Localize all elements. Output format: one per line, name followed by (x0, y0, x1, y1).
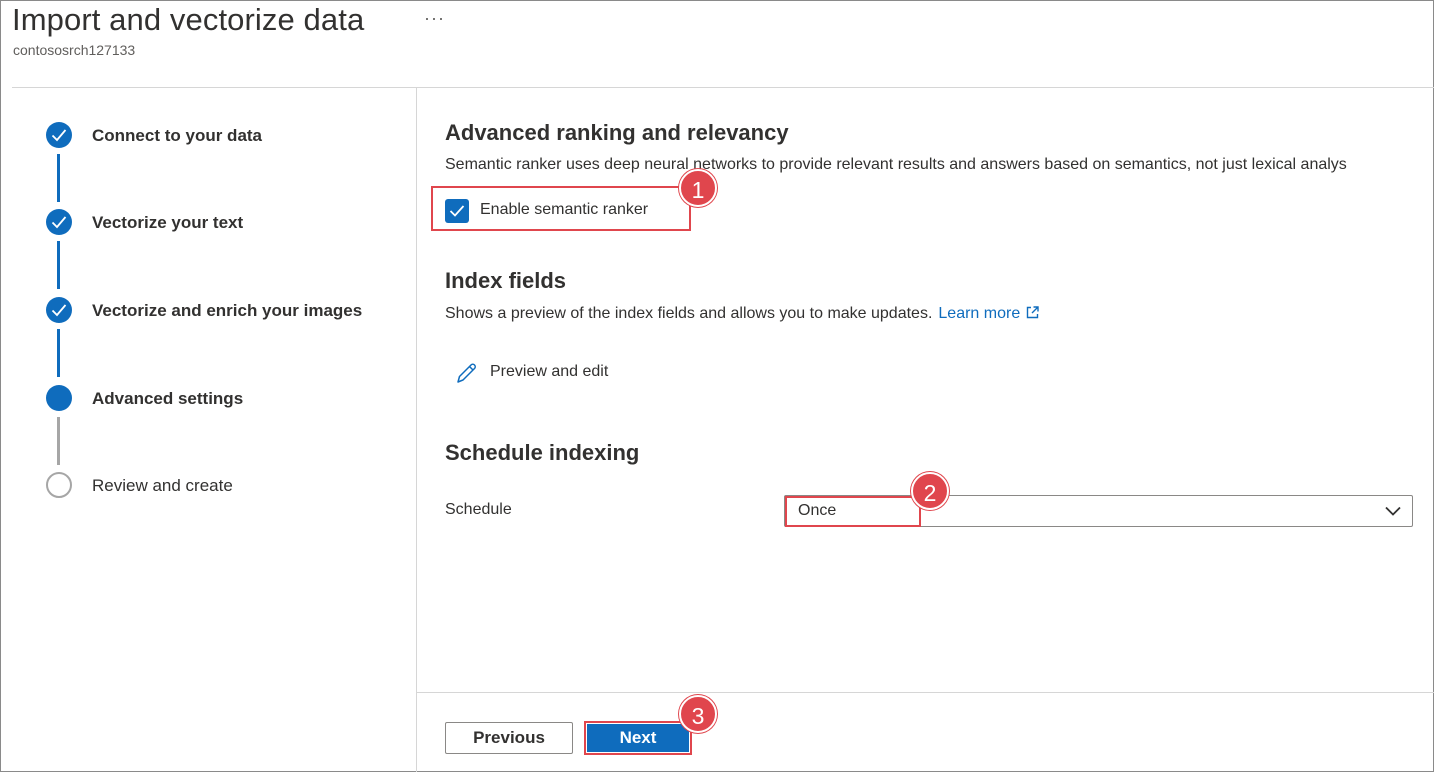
main-content: Advanced ranking and relevancy Semantic … (417, 88, 1434, 692)
page-title: Import and vectorize data (12, 2, 365, 37)
step-connect-data[interactable]: Connect to your data (46, 122, 416, 152)
checkmark-icon (46, 297, 72, 323)
external-link-icon (1027, 306, 1039, 319)
checkmark-icon (46, 122, 72, 148)
annotation-highlight (785, 496, 921, 527)
step-label: Connect to your data (92, 126, 263, 145)
step-review-create[interactable]: Review and create (46, 472, 416, 502)
step-connector (57, 417, 60, 465)
learn-more-link[interactable]: Learn more (938, 305, 1039, 322)
step-connector (57, 329, 60, 377)
step-label: Vectorize your text (92, 213, 244, 232)
page-header: Import and vectorize data ··· contososrc… (0, 0, 1434, 88)
index-fields-description: Shows a preview of the index fields and … (445, 305, 1039, 323)
wizard-steps: Connect to your data Vectorize your text… (12, 88, 417, 772)
annotation-badge: 1 (679, 169, 717, 207)
preview-edit-button[interactable]: Preview and edit (455, 358, 635, 388)
step-connector (57, 241, 60, 289)
step-label: Advanced settings (92, 389, 244, 408)
step-connector (57, 154, 60, 202)
previous-button[interactable]: Previous (445, 722, 573, 754)
chevron-down-icon (1385, 506, 1401, 516)
schedule-title: Schedule indexing (445, 440, 640, 465)
index-fields-text: Shows a preview of the index fields and … (445, 305, 933, 322)
step-label: Vectorize and enrich your images (92, 301, 363, 320)
learn-more-label: Learn more (938, 305, 1021, 322)
annotation-badge: 2 (911, 472, 949, 510)
index-fields-title: Index fields (445, 268, 567, 293)
annotation-highlight (431, 186, 691, 231)
annotation-badge: 3 (679, 695, 717, 733)
pencil-icon (457, 363, 476, 383)
schedule-label: Schedule (445, 501, 512, 518)
ranking-title: Advanced ranking and relevancy (445, 120, 789, 145)
page-subtitle: contososrch127133 (13, 42, 136, 58)
annotation-highlight (584, 721, 692, 755)
step-advanced-settings[interactable]: Advanced settings (46, 385, 416, 415)
ranking-description: Semantic ranker uses deep neural network… (445, 156, 1347, 173)
step-vectorize-images[interactable]: Vectorize and enrich your images (46, 297, 416, 327)
checkmark-icon (46, 209, 72, 235)
step-vectorize-text[interactable]: Vectorize your text (46, 209, 416, 239)
ellipsis-icon[interactable]: ··· (424, 8, 445, 29)
preview-edit-label: Preview and edit (490, 363, 609, 380)
pending-step-icon (46, 472, 72, 498)
footer-divider (417, 692, 1434, 693)
step-label: Review and create (92, 476, 233, 495)
current-step-icon (46, 385, 72, 411)
